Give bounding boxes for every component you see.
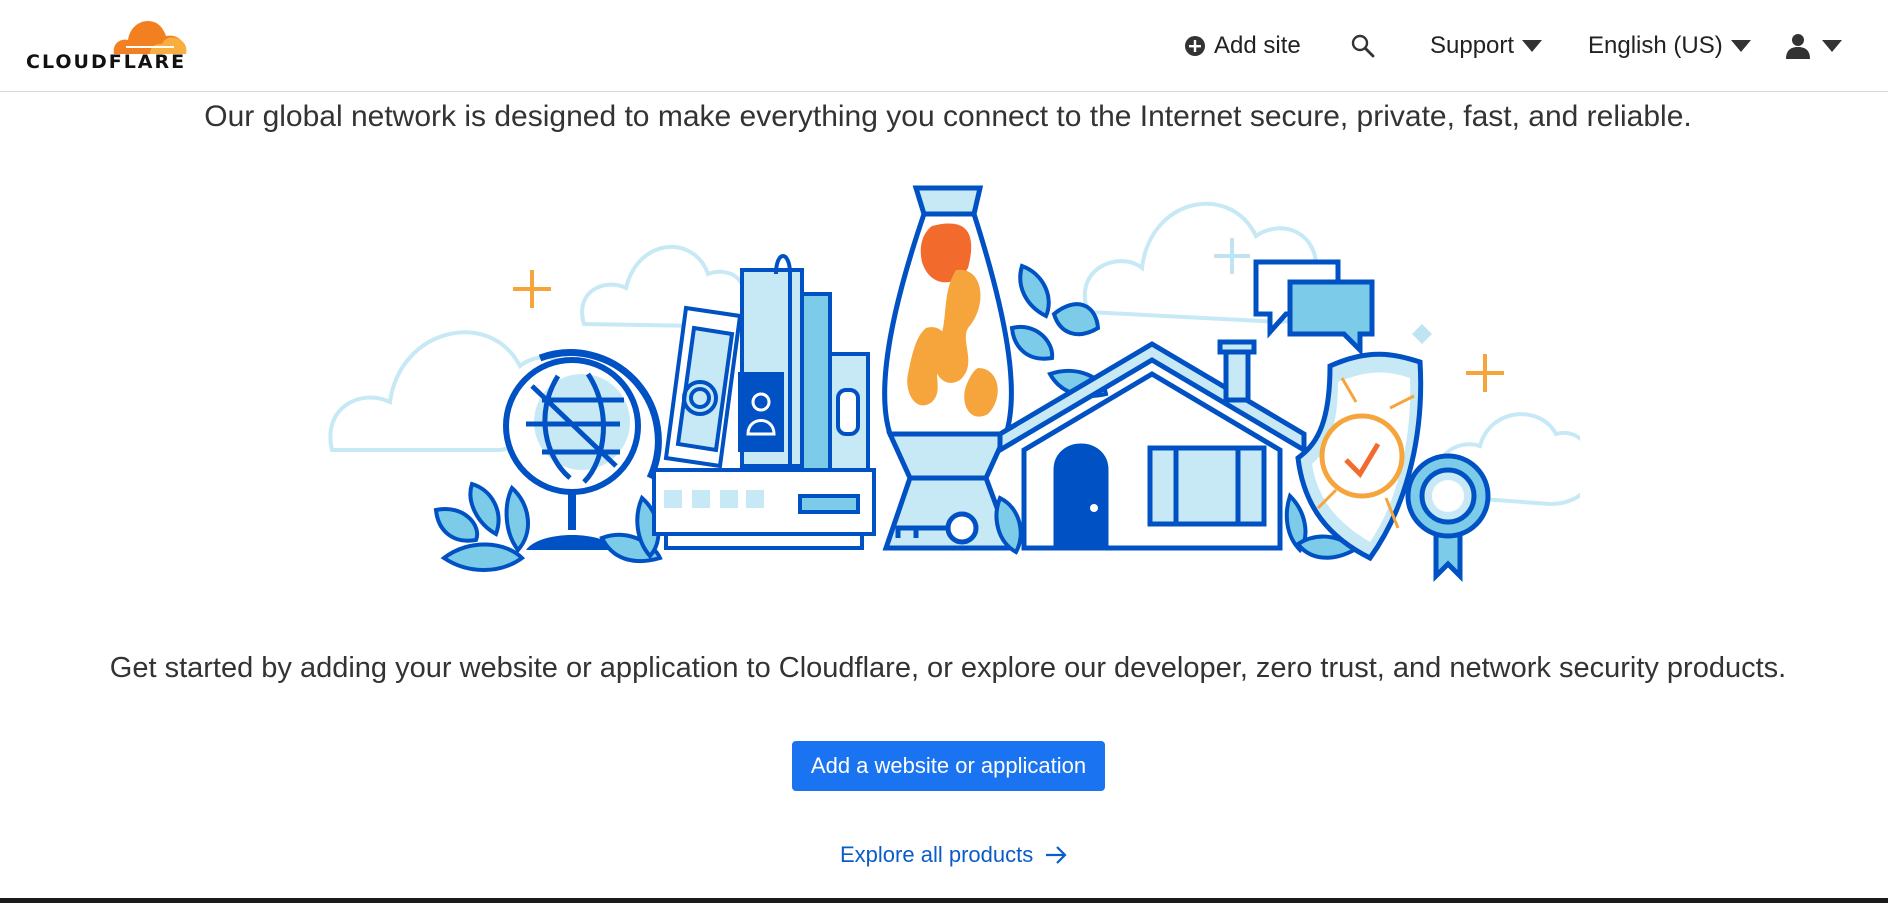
language-label: English (US) xyxy=(1588,32,1723,59)
user-menu-dropdown[interactable] xyxy=(1786,26,1842,66)
caret-down-icon xyxy=(1730,40,1751,52)
plus-circle-icon xyxy=(1185,36,1205,56)
add-site-label: Add site xyxy=(1214,32,1301,59)
cloudflare-logo[interactable]: CLOUDFLARE xyxy=(24,14,194,74)
award-ribbon-shape xyxy=(1405,453,1491,583)
house-shape xyxy=(997,339,1307,551)
leaf-shapes xyxy=(433,481,663,572)
hero-illustration xyxy=(328,185,1580,583)
user-icon xyxy=(1786,34,1810,59)
top-navigation-bar: CLOUDFLARE Add site Support English (US) xyxy=(0,0,1888,92)
getting-started-text: Get started by adding your website or ap… xyxy=(109,652,1787,684)
cloudflare-cloud-icon xyxy=(113,20,187,54)
explore-products-label: Explore all products xyxy=(840,842,1034,867)
explore-products-link[interactable]: Explore all products xyxy=(840,840,1067,870)
language-dropdown[interactable]: English (US) xyxy=(1588,26,1751,66)
add-site-button[interactable]: Add site xyxy=(1184,26,1301,66)
caret-down-icon xyxy=(1822,40,1842,52)
support-dropdown[interactable]: Support xyxy=(1430,26,1543,66)
security-shield-shape xyxy=(1295,351,1424,562)
search-button[interactable] xyxy=(1350,26,1378,66)
caret-down-icon xyxy=(1522,40,1543,52)
support-label: Support xyxy=(1430,32,1515,59)
bottom-edge-bar xyxy=(0,898,1888,903)
search-icon xyxy=(1351,34,1375,58)
network-tagline: Our global network is designed to make e… xyxy=(204,100,1692,133)
add-website-button[interactable]: Add a website or application xyxy=(792,741,1105,791)
chat-bubble-shapes xyxy=(1253,259,1375,357)
lava-lamp-shape xyxy=(882,185,1016,551)
arrow-right-icon xyxy=(1046,846,1067,864)
logo-wordmark: CLOUDFLARE xyxy=(26,51,187,73)
